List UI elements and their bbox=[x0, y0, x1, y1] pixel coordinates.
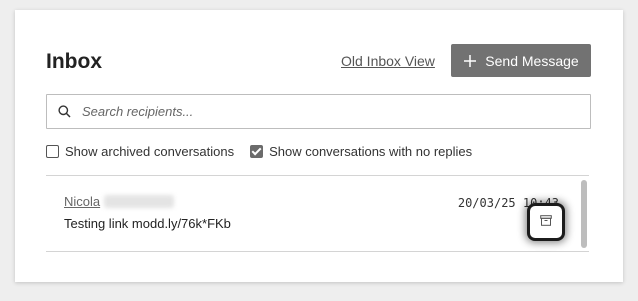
show-no-replies-label: Show conversations with no replies bbox=[269, 144, 473, 159]
show-archived-label: Show archived conversations bbox=[65, 144, 235, 159]
plus-icon bbox=[463, 50, 477, 72]
conversation-list: Nicola Testing link modd.ly/76k*FKb 20/0… bbox=[46, 175, 589, 252]
show-archived-checkbox[interactable]: Show archived conversations bbox=[46, 144, 234, 159]
search-icon bbox=[58, 105, 71, 118]
send-message-button[interactable]: Send Message bbox=[451, 44, 591, 77]
checkbox-unchecked[interactable] bbox=[46, 145, 59, 158]
old-inbox-view-link[interactable]: Old Inbox View bbox=[341, 53, 435, 69]
show-no-replies-checkbox[interactable]: Show conversations with no replies bbox=[250, 144, 472, 159]
filter-options: Show archived conversations Show convers… bbox=[46, 144, 488, 159]
search-input[interactable] bbox=[80, 103, 564, 120]
redacted-surname bbox=[104, 195, 174, 208]
inbox-panel: Inbox Old Inbox View Send Message Show a… bbox=[15, 10, 623, 282]
archive-button[interactable] bbox=[530, 206, 562, 238]
checkbox-checked[interactable] bbox=[250, 145, 264, 158]
conversation-row[interactable]: Nicola Testing link modd.ly/76k*FKb 20/0… bbox=[46, 176, 576, 250]
conversation-recipient-name[interactable]: Nicola bbox=[64, 194, 100, 209]
scrollbar[interactable] bbox=[578, 176, 589, 250]
conversation-preview: Testing link modd.ly/76k*FKb bbox=[64, 216, 231, 231]
send-message-label: Send Message bbox=[485, 52, 579, 69]
archive-icon bbox=[540, 213, 552, 231]
search-box[interactable] bbox=[46, 94, 591, 129]
page-title: Inbox bbox=[46, 50, 102, 73]
scrollbar-thumb[interactable] bbox=[581, 180, 587, 248]
